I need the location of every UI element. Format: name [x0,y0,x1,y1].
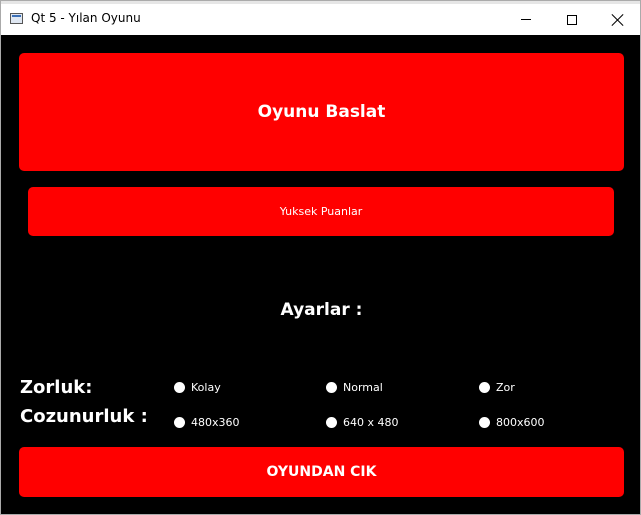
radio-label: Kolay [191,381,221,394]
radio-label: 640 x 480 [343,416,399,429]
difficulty-option-zor[interactable]: Zor [479,381,515,394]
app-window: Qt 5 - Yılan Oyunu Oyunu Baslat Yuksek P… [0,0,641,515]
radio-button[interactable] [479,417,490,428]
title-bar: Qt 5 - Yılan Oyunu [1,1,640,35]
high-scores-button[interactable]: Yuksek Puanlar [28,187,614,236]
radio-label: Normal [343,381,383,394]
settings-title: Ayarlar : [280,300,363,320]
radio-label: 800x600 [496,416,545,429]
resolution-option-480x360[interactable]: 480x360 [174,416,240,429]
radio-button[interactable] [326,417,337,428]
radio-button[interactable] [174,382,185,393]
radio-label: Zor [496,381,515,394]
window-title: Qt 5 - Yılan Oyunu [31,11,141,25]
difficulty-option-kolay[interactable]: Kolay [174,381,221,394]
radio-button[interactable] [326,382,337,393]
radio-button[interactable] [174,417,185,428]
radio-button[interactable] [479,382,490,393]
close-button[interactable] [595,4,641,35]
resolution-option-800x600[interactable]: 800x600 [479,416,545,429]
difficulty-option-normal[interactable]: Normal [326,381,383,394]
maximize-button[interactable] [549,4,595,35]
minimize-button[interactable] [503,4,549,35]
quit-game-button[interactable]: OYUNDAN CIK [19,447,624,497]
minimize-icon [521,19,531,20]
resolution-option-640x480[interactable]: 640 x 480 [326,416,399,429]
start-game-button[interactable]: Oyunu Baslat [19,53,624,171]
radio-label: 480x360 [191,416,240,429]
difficulty-label: Zorluk: [20,377,93,398]
maximize-icon [567,14,577,25]
resolution-label: Cozunurluk : [20,406,148,427]
close-icon [612,14,624,26]
app-icon [10,13,23,24]
